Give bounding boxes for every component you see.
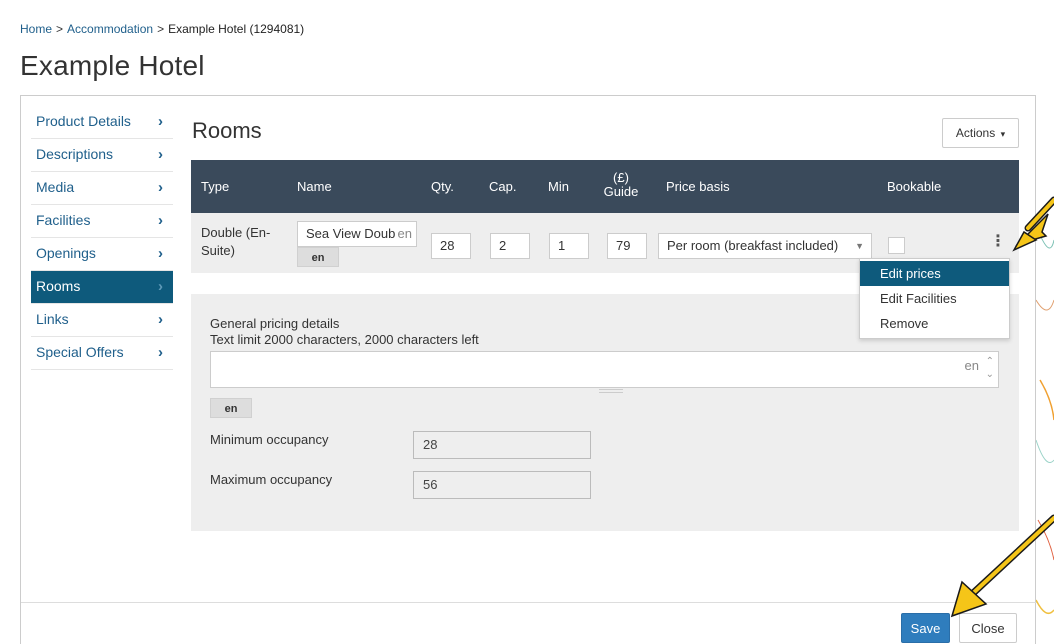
breadcrumb: Home > Accommodation > Example Hotel (129408…: [20, 22, 304, 36]
sidebar-item-label: Facilities: [36, 212, 91, 228]
sidebar-item-rooms[interactable]: Rooms ›: [31, 271, 173, 304]
qty-input[interactable]: 28: [431, 233, 471, 259]
sidebar-item-openings[interactable]: Openings ›: [31, 238, 173, 271]
min-input[interactable]: 1: [549, 233, 589, 259]
select-arrow-icon: ▼: [855, 241, 864, 251]
column-header-price-basis: Price basis: [666, 179, 730, 194]
column-header-cap: Cap.: [489, 179, 517, 194]
rooms-table-header: Type Name Qty. Cap. Min (£) Guide Price b…: [191, 160, 1019, 213]
sidebar-item-product-details[interactable]: Product Details ›: [31, 106, 173, 139]
pricing-heading: General pricing details: [210, 316, 340, 331]
column-header-bookable: Bookable: [887, 179, 942, 194]
rooms-title: Rooms: [192, 118, 262, 143]
breadcrumb-separator: >: [56, 22, 64, 36]
sidebar-item-label: Media: [36, 179, 75, 195]
decorative-background: [1036, 0, 1054, 644]
main-panel: Product Details › Descriptions › Media › Fa…: [20, 95, 1037, 644]
row-actions-menu: Edit prices Edit Facilities Remove: [859, 258, 1010, 339]
chevron-right-icon: ›: [158, 212, 163, 229]
breadcrumb-accommodation-link[interactable]: Accommodation: [67, 22, 153, 36]
actions-button[interactable]: Actions ▾: [942, 118, 1019, 148]
language-indicator: en: [964, 358, 979, 373]
menu-item-remove[interactable]: Remove: [860, 311, 1009, 336]
page-title: Example Hotel: [20, 50, 205, 81]
breadcrumb-separator: >: [157, 22, 165, 36]
max-occupancy-field: 56: [413, 471, 591, 499]
language-tab-en[interactable]: en: [210, 398, 252, 418]
column-header-name: Name: [297, 179, 332, 194]
sidebar-item-label: Product Details: [36, 113, 131, 129]
price-basis-select[interactable]: Per room (breakfast included) ▼: [658, 233, 872, 259]
sidebar-item-label: Links: [36, 311, 69, 327]
min-occupancy-label: Minimum occupancy: [210, 432, 329, 447]
sidebar-item-special-offers[interactable]: Special Offers ›: [31, 337, 173, 370]
sidebar-item-links[interactable]: Links ›: [31, 304, 173, 337]
bookable-checkbox[interactable]: [888, 237, 905, 254]
language-indicator: en: [395, 222, 412, 246]
room-type-line1: Double (En-: [201, 225, 271, 240]
page: Home > Accommodation > Example Hotel (129408…: [0, 0, 1037, 644]
kebab-menu-icon[interactable]: ⋮: [990, 231, 1006, 251]
footer-divider: [21, 602, 1037, 603]
column-header-min: Min: [548, 179, 569, 194]
caret-down-icon: ▾: [1000, 129, 1006, 139]
column-header-guide-label: Guide: [603, 184, 639, 199]
close-button[interactable]: Close: [959, 613, 1017, 643]
actions-label: Actions: [955, 126, 996, 140]
breadcrumb-current: Example Hotel (1294081): [168, 22, 305, 36]
sidebar-item-descriptions[interactable]: Descriptions ›: [31, 139, 173, 172]
menu-item-edit-prices[interactable]: Edit prices: [860, 261, 1009, 286]
scroll-arrows-icon[interactable]: ⌃ ⌄: [986, 355, 994, 381]
chevron-right-icon: ›: [158, 311, 163, 328]
guide-price-input[interactable]: 79: [607, 233, 647, 259]
chevron-right-icon: ›: [158, 146, 163, 163]
chevron-right-icon: ›: [158, 179, 163, 196]
room-type: Double (En- Suite): [201, 224, 271, 260]
resize-grip-icon[interactable]: [599, 389, 623, 393]
pricing-details-textarea[interactable]: en ⌃ ⌄: [210, 351, 999, 393]
language-tab-en[interactable]: en: [297, 247, 339, 267]
sidebar-item-label: Openings: [36, 245, 96, 261]
save-button[interactable]: Save: [901, 613, 950, 643]
room-name-input[interactable]: Sea View Double en: [297, 221, 417, 247]
sidebar-item-label: Rooms: [36, 278, 81, 294]
menu-item-edit-facilities[interactable]: Edit Facilities: [860, 286, 1009, 311]
capacity-input[interactable]: 2: [490, 233, 530, 259]
chevron-right-icon: ›: [158, 113, 163, 130]
room-type-line2: Suite): [201, 243, 235, 258]
column-header-type: Type: [201, 179, 230, 194]
chevron-right-icon: ›: [158, 344, 163, 361]
breadcrumb-home-link[interactable]: Home: [20, 22, 52, 36]
column-header-guide-currency: (£): [613, 170, 629, 185]
sidebar-nav: Product Details › Descriptions › Media › Fa…: [31, 106, 173, 370]
chevron-right-icon: ›: [158, 245, 163, 262]
sidebar-item-label: Descriptions: [36, 146, 114, 162]
min-occupancy-field: 28: [413, 431, 591, 459]
text-limit-note: Text limit 2000 characters, 2000 charact…: [210, 332, 479, 347]
room-name-value: Sea View Double: [306, 226, 406, 241]
max-occupancy-label: Maximum occupancy: [210, 472, 333, 487]
sidebar-item-label: Special Offers: [36, 344, 124, 360]
chevron-right-icon: ›: [158, 278, 163, 295]
sidebar-item-facilities[interactable]: Facilities ›: [31, 205, 173, 238]
sidebar-item-media[interactable]: Media ›: [31, 172, 173, 205]
decorative-lines-icon: [1036, 229, 1054, 615]
column-header-qty: Qty.: [431, 179, 454, 194]
price-basis-value: Per room (breakfast included): [667, 238, 839, 253]
